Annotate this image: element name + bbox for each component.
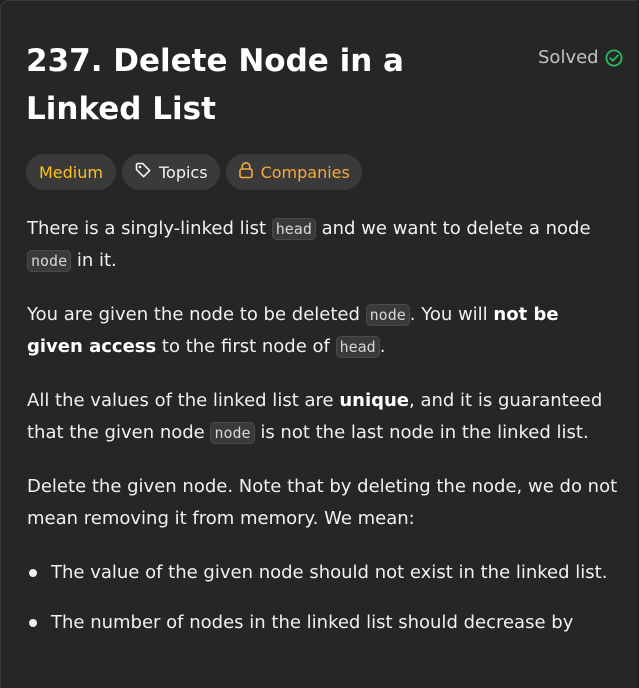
inline-code: head <box>271 218 316 240</box>
inline-code: node <box>210 422 255 444</box>
check-circle-icon <box>605 49 623 67</box>
problem-statement: There is a singly-linked list head and w… <box>27 213 619 657</box>
bullet-dot <box>29 619 37 627</box>
topics-label: Topics <box>158 162 208 182</box>
bullet-dot <box>29 569 37 577</box>
difficulty-label: Medium <box>39 162 103 182</box>
text: . You will <box>409 304 494 325</box>
problem-tags: Medium Topics Companies <box>26 154 362 190</box>
list-item-text: The number of nodes in the linked list s… <box>51 612 574 633</box>
problem-title[interactable]: 237. Delete Node in a Linked List <box>26 37 516 133</box>
solved-status: Solved <box>538 47 623 68</box>
bold-text: unique <box>339 390 410 411</box>
description-paragraph: You are given the node to be deleted nod… <box>27 299 619 363</box>
difficulty-badge[interactable]: Medium <box>26 154 116 190</box>
inline-code: head <box>335 336 380 358</box>
text: . <box>379 336 386 357</box>
bullet-list: The value of the given node should not e… <box>27 557 619 639</box>
description-paragraph: Delete the given node. Note that by dele… <box>27 476 618 529</box>
problem-description-panel: 237. Delete Node in a Linked List Solved… <box>0 0 637 688</box>
solved-label: Solved <box>538 47 599 68</box>
list-item-text: The value of the given node should not e… <box>51 562 608 583</box>
companies-button[interactable]: Companies <box>225 154 362 190</box>
list-item: The value of the given node should not e… <box>27 557 619 589</box>
list-item: The number of nodes in the linked list s… <box>27 607 619 639</box>
text: You are given the node to be deleted <box>27 304 366 325</box>
topics-button[interactable]: Topics <box>121 154 220 190</box>
inline-code: node <box>27 250 72 272</box>
text: to the first node of <box>156 336 336 357</box>
text: and we want to delete a node <box>315 218 591 239</box>
text: in it. <box>71 250 117 271</box>
companies-label: Companies <box>260 162 350 182</box>
text: is not the last node in the linked list. <box>254 422 589 443</box>
inline-code: node <box>365 304 410 326</box>
description-paragraph: All the values of the linked list are un… <box>27 385 619 449</box>
title-row: 237. Delete Node in a Linked List Solved <box>26 37 626 133</box>
description-paragraph: There is a singly-linked list head and w… <box>27 213 619 277</box>
text: There is a singly-linked list <box>27 218 272 239</box>
lock-icon <box>238 161 254 183</box>
text: All the values of the linked list are <box>27 390 340 411</box>
tag-icon <box>134 161 152 183</box>
